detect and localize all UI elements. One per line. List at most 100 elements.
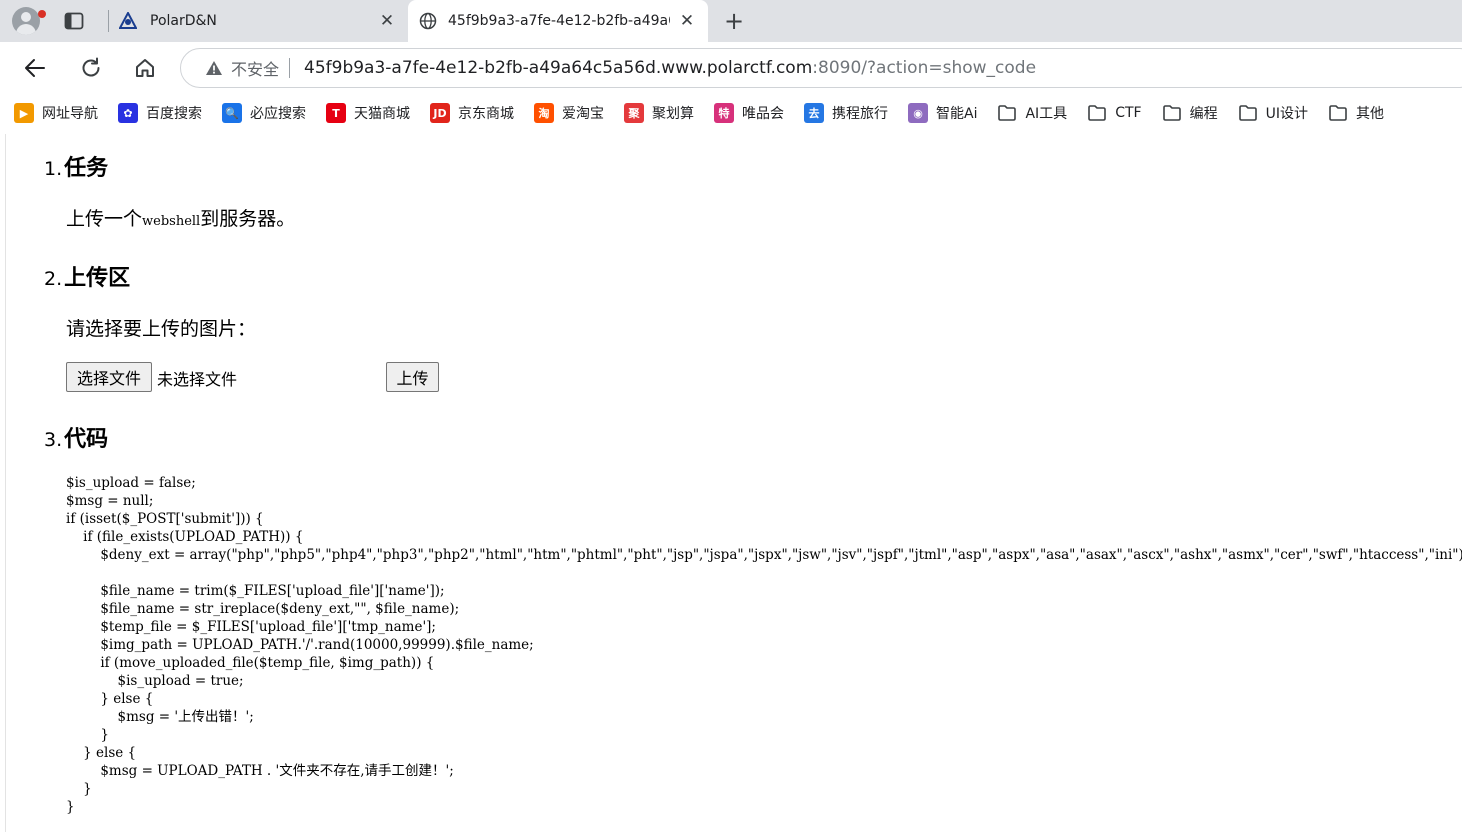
tab-title: PolarD&N: [150, 13, 217, 29]
task-description: 上传一个webshell到服务器。: [66, 204, 295, 231]
bookmark-item[interactable]: 编程: [1162, 103, 1218, 123]
folder-icon: [1162, 105, 1181, 121]
folder-icon: [1329, 105, 1347, 121]
bookmark-item[interactable]: T 天猫商城: [326, 103, 410, 123]
code-line: if (isset($_POST['submit'])) {: [66, 511, 264, 527]
code-line: $msg = UPLOAD_PATH . '文件夹不存在,请手工创建！';: [66, 763, 454, 779]
section-title-task: 1.任务: [44, 150, 108, 182]
bookmark-label: 天猫商城: [354, 106, 410, 122]
bookmark-item[interactable]: ✿ 百度搜索: [118, 103, 202, 123]
new-tab-button[interactable]: +: [718, 6, 750, 36]
bookmark-label: UI设计: [1265, 106, 1308, 122]
page-content: 1.任务 上传一个webshell到服务器。 2.上传区 请选择要上传的图片： …: [5, 134, 1462, 832]
tab-actions-icon: [64, 12, 84, 30]
home-button[interactable]: [128, 52, 162, 84]
bookmark-item[interactable]: ▶ 网址导航: [14, 103, 98, 123]
task-text-part: 上传一个: [66, 208, 143, 230]
navigation-toolbar: 不安全 45f9b9a3-a7fe-4e12-b2fb-a49a64c5a56d…: [0, 42, 1462, 94]
baidu-icon: ✿: [118, 103, 138, 123]
bookmark-item[interactable]: 🔍 必应搜索: [222, 103, 306, 123]
tab-active-page[interactable]: 45f9b9a3-a7fe-4e12-b2fb-a49a64c5a56d.www…: [408, 0, 708, 42]
bookmark-label: 必应搜索: [250, 106, 306, 122]
section-number: 3.: [44, 429, 63, 451]
security-label[interactable]: 不安全: [231, 56, 279, 80]
url-path: :8090/?action=show_code: [812, 58, 1037, 78]
code-line: $temp_file = $_FILES['upload_file']['tmp…: [66, 619, 436, 635]
upload-submit-button[interactable]: 上传: [386, 362, 439, 392]
bookmark-item[interactable]: ◉ 智能Ai: [908, 103, 977, 123]
reload-icon: [82, 57, 100, 77]
tab-title: 45f9b9a3-a7fe-4e12-b2fb-a49a64c5a56d.www…: [448, 13, 670, 29]
bookmark-label: 网址导航: [42, 106, 98, 122]
warning-icon[interactable]: [205, 59, 223, 77]
folder-icon: [1088, 105, 1106, 121]
bookmark-label: 唯品会: [742, 106, 784, 122]
folder-icon: [998, 105, 1017, 121]
address-bar[interactable]: 不安全 45f9b9a3-a7fe-4e12-b2fb-a49a64c5a56d…: [180, 48, 1462, 88]
section-title-text: 代码: [64, 427, 109, 452]
juhuasuan-icon: 聚: [624, 103, 644, 123]
bookmark-label: AI工具: [1025, 106, 1068, 122]
bookmark-label: 其他: [1355, 106, 1384, 122]
bookmark-item[interactable]: 其他: [1328, 103, 1384, 123]
bookmark-item[interactable]: UI设计: [1238, 103, 1308, 123]
bookmark-item[interactable]: 聚聚划算: [624, 103, 694, 123]
code-line: $file_name = str_ireplace($deny_ext,"", …: [66, 601, 460, 617]
bookmark-item[interactable]: JD 京东商城: [430, 103, 514, 123]
section-title-upload: 2.上传区: [44, 260, 130, 292]
bookmark-item[interactable]: AI工具: [997, 103, 1067, 123]
bookmark-label: 智能Ai: [936, 106, 978, 122]
omnibox-divider: [289, 58, 291, 78]
close-tab-icon[interactable]: ✕: [378, 11, 396, 31]
code-line: $msg = '上传出错！';: [66, 709, 254, 725]
task-text-mono: webshell: [142, 214, 201, 229]
bookmark-item[interactable]: 特唯品会: [714, 103, 784, 123]
source-code-block: $is_upload = false; $msg = null; if (isset…: [66, 474, 1462, 816]
close-tab-icon[interactable]: ✕: [678, 11, 696, 31]
vip-icon: 特: [714, 103, 734, 123]
ai-avatar-icon: ◉: [908, 103, 928, 123]
bookmarks-bar: ▶ 网址导航 ✿ 百度搜索 🔍 必应搜索 T 天猫商城 JD 京东商城淘爱淘宝聚聚划算特唯品会去携…: [0, 94, 1462, 132]
url-text[interactable]: 45f9b9a3-a7fe-4e12-b2fb-a49a64c5a56d.www…: [304, 58, 1036, 78]
code-line: if (file_exists(UPLOAD_PATH)) {: [66, 529, 304, 545]
bookmark-item[interactable]: CTF: [1087, 104, 1142, 122]
code-line: } else {: [66, 691, 154, 707]
folder-icon: [1238, 105, 1257, 121]
globe-icon: [418, 11, 438, 31]
ctrip-icon: 去: [804, 103, 824, 123]
tmall-icon: T: [326, 103, 346, 123]
home-icon: [136, 59, 154, 77]
bookmark-label: 百度搜索: [146, 106, 202, 122]
tab-polardn[interactable]: PolarD&N ✕: [110, 0, 408, 42]
code-line: $deny_ext = array("php","php5","php4","p…: [66, 547, 1462, 563]
code-line: }: [66, 781, 92, 797]
tab-separator: [108, 10, 109, 32]
profile-button[interactable]: [8, 4, 46, 38]
polar-logo-icon: [118, 11, 138, 31]
code-line: } else {: [66, 745, 137, 761]
code-line: $msg = null;: [66, 493, 154, 509]
task-text-part: 到服务器。: [200, 208, 296, 230]
bookmark-label: CTF: [1115, 105, 1142, 121]
bookmark-label: 携程旅行: [832, 106, 888, 122]
bookmark-label: 爱淘宝: [562, 106, 604, 122]
choose-file-button[interactable]: 选择文件: [66, 362, 152, 392]
bookmark-label: 编程: [1189, 106, 1218, 122]
url-host: 45f9b9a3-a7fe-4e12-b2fb-a49a64c5a56d.www…: [304, 58, 813, 78]
compass-icon: ▶: [14, 103, 34, 123]
code-line: if (move_uploaded_file($temp_file, $img_…: [66, 655, 435, 671]
upload-prompt: 请选择要上传的图片：: [66, 318, 257, 340]
arrow-left-icon: [25, 59, 45, 77]
notification-dot: [38, 10, 46, 18]
code-line: $is_upload = true;: [66, 673, 244, 689]
code-line: $is_upload = false;: [66, 475, 196, 491]
tab-actions-button[interactable]: [60, 8, 88, 34]
back-button[interactable]: [18, 52, 52, 84]
bing-search-icon: 🔍: [222, 103, 242, 123]
reload-button[interactable]: [74, 52, 108, 84]
bookmark-item[interactable]: 淘爱淘宝: [534, 103, 604, 123]
bookmark-item[interactable]: 去携程旅行: [804, 103, 888, 123]
section-title-text: 任务: [64, 156, 109, 181]
file-status-text: 未选择文件: [157, 370, 238, 389]
